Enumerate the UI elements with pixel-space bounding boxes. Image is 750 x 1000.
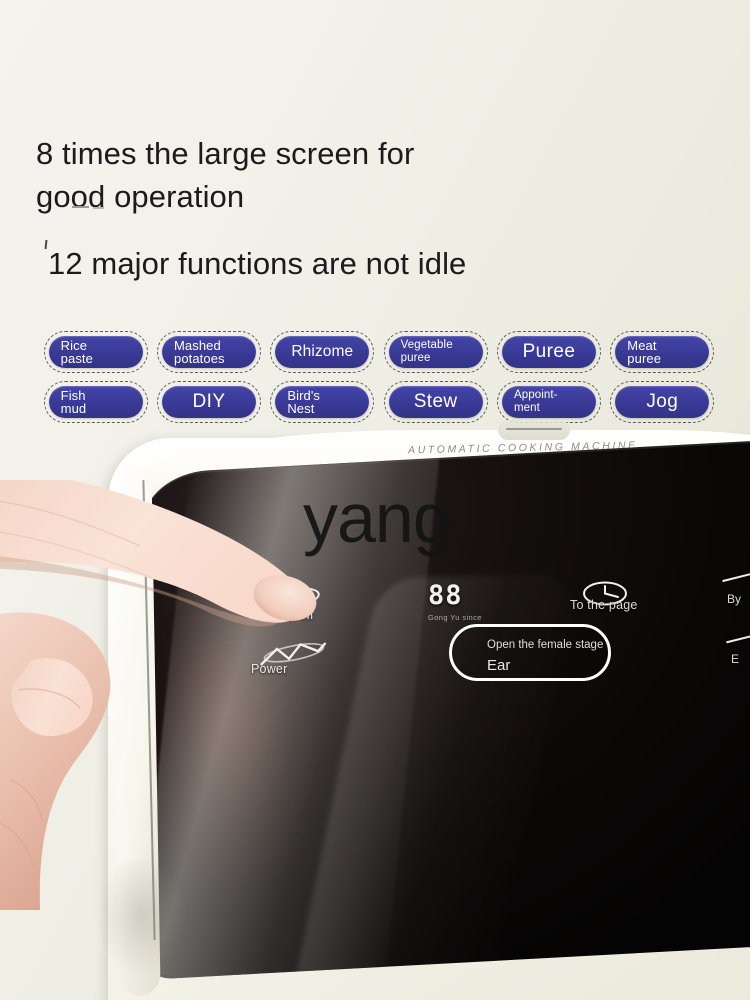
function-pill-mashed-potatoes[interactable]: Mashed potatoes — [156, 331, 261, 373]
headline-underline-left — [72, 206, 89, 208]
function-pill-label: Mashed potatoes — [161, 336, 256, 368]
pill-cell: Bird's Nest — [266, 381, 379, 423]
headline-secondary: 12 major functions are not idle — [48, 246, 467, 281]
function-pill-label: Meat puree — [615, 336, 710, 368]
display-caption: Gong Yu since — [428, 613, 482, 622]
promo-image-canvas: 8 times the large screen for good operat… — [0, 0, 750, 1000]
function-pill-row-2: Fish mud DIY Bird's Nest Stew Appoint- m… — [39, 381, 719, 423]
function-pill-label: Vegetable puree — [388, 336, 483, 368]
highlight-title: Open the female stage — [487, 639, 604, 651]
function-pill-label: Appoint- ment — [501, 386, 596, 418]
function-pill-label: Puree — [501, 336, 596, 368]
pill-cell: Fish mud — [39, 381, 152, 423]
function-pill-puree[interactable]: Puree — [496, 331, 601, 373]
pill-cell: Stew — [379, 381, 492, 423]
machine-brand-badge-line — [506, 428, 562, 430]
function-pill-stew[interactable]: Stew — [383, 381, 488, 423]
function-pill-grid: Rice paste Mashed potatoes Rhizome Veget… — [39, 331, 719, 431]
pill-cell: Appoint- ment — [492, 381, 605, 423]
machine-brand-badge — [498, 420, 570, 440]
pill-cell: DIY — [152, 381, 265, 423]
to-the-page-label: To the page — [570, 598, 638, 612]
function-pill-fish-mud[interactable]: Fish mud — [43, 381, 148, 423]
headline-block: 8 times the large screen for good operat… — [36, 132, 676, 218]
function-pill-rhizome[interactable]: Rhizome — [270, 331, 375, 373]
highlight-value: Ear — [487, 657, 511, 674]
highlight-oval — [449, 624, 611, 681]
pill-cell: Puree — [492, 331, 605, 373]
function-pill-label: Stew — [388, 386, 483, 418]
headline-primary: 8 times the large screen for good operat… — [36, 136, 415, 214]
function-pill-jog[interactable]: Jog — [610, 381, 715, 423]
pill-cell: Jog — [606, 381, 719, 423]
function-pill-rice-paste[interactable]: Rice paste — [43, 331, 148, 373]
function-pill-appointment[interactable]: Appoint- ment — [496, 381, 601, 423]
function-pill-label: Bird's Nest — [275, 386, 370, 418]
display-digits: 88 — [428, 580, 463, 611]
pill-cell: Rhizome — [266, 331, 379, 373]
pill-cell: Vegetable puree — [379, 331, 492, 373]
pill-cell: Rice paste — [39, 331, 152, 373]
function-pill-label: Rice paste — [48, 336, 143, 368]
function-pill-row-1: Rice paste Mashed potatoes Rhizome Veget… — [39, 331, 719, 373]
function-pill-meat-puree[interactable]: Meat puree — [610, 331, 715, 373]
pill-cell: Mashed potatoes — [152, 331, 265, 373]
pill-cell: Meat puree — [606, 331, 719, 373]
hand-pointing-finger — [0, 480, 340, 910]
function-pill-vegetable-puree[interactable]: Vegetable puree — [383, 331, 488, 373]
display-readout: 88 Gong Yu since — [428, 580, 482, 622]
edge-control-label-2: E — [731, 652, 740, 666]
function-pill-label: Rhizome — [275, 336, 370, 368]
function-pill-label: Fish mud — [48, 386, 143, 418]
edge-control-label-1: By — [727, 592, 742, 606]
function-pill-label: Jog — [615, 386, 710, 418]
headline-underline-right — [93, 207, 104, 209]
function-pill-label: DIY — [161, 386, 256, 418]
function-pill-birds-nest[interactable]: Bird's Nest — [270, 381, 375, 423]
function-pill-diy[interactable]: DIY — [156, 381, 261, 423]
